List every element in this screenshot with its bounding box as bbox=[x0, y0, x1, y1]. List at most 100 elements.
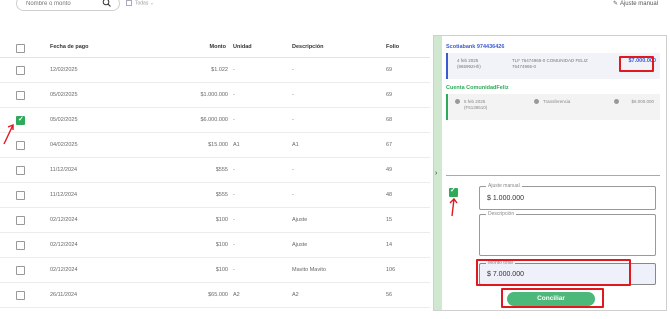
search-input[interactable] bbox=[26, 0, 96, 9]
table-row[interactable]: 04/02/2025 $15.000 A1 A1 67 bbox=[0, 133, 430, 158]
row-checkbox[interactable] bbox=[16, 216, 25, 225]
select-all-checkbox[interactable] bbox=[16, 44, 25, 53]
row-checkbox[interactable] bbox=[16, 241, 25, 250]
row-checkbox[interactable] bbox=[16, 141, 25, 150]
ajuste-manual-checkbox[interactable] bbox=[449, 186, 458, 197]
search-icon[interactable] bbox=[102, 0, 112, 8]
row-unidad: - bbox=[233, 117, 235, 123]
chevron-down-icon: ⌄ bbox=[149, 0, 154, 7]
row-folio: 106 bbox=[386, 267, 396, 273]
row-unidad: - bbox=[233, 67, 235, 73]
row-monto: $555 bbox=[215, 192, 228, 198]
row-fecha: 11/12/2024 bbox=[50, 192, 78, 198]
row-unidad: - bbox=[233, 267, 235, 273]
row-unidad: A2 bbox=[233, 292, 240, 298]
row-checkbox[interactable] bbox=[16, 91, 25, 100]
row-unidad: - bbox=[233, 217, 235, 223]
row-descripcion: A1 bbox=[292, 142, 299, 148]
calendar-icon bbox=[126, 0, 132, 6]
row-unidad: - bbox=[233, 242, 235, 248]
bank-movement-date: 4 feb 2025 (965992Hh) bbox=[457, 58, 481, 69]
row-descripcion: - bbox=[292, 92, 294, 98]
row-folio: 14 bbox=[386, 242, 393, 248]
row-checkbox[interactable] bbox=[16, 66, 25, 75]
reconciliation-panel: › Scotiabank 974436426 4 feb 2025 (96599… bbox=[433, 35, 667, 311]
row-folio: 69 bbox=[386, 92, 393, 98]
bank-movement-description: TLF 76474965-0 COMUNIDAD FELIZ 76474965-… bbox=[512, 58, 588, 69]
search-box[interactable] bbox=[16, 0, 120, 11]
remove-icon[interactable] bbox=[455, 99, 460, 104]
table-row[interactable]: 02/12/2024 $100- Mavito Mavito 106 bbox=[0, 258, 430, 283]
row-unidad: A1 bbox=[233, 142, 240, 148]
ajuste-manual-field[interactable]: Ajuste manual $ 1.000.000 bbox=[479, 183, 656, 210]
transfer-icon bbox=[534, 99, 539, 104]
monto-total-value: $ 7.000.000 bbox=[487, 271, 524, 278]
table-row[interactable]: 12/02/2025 $1.022- -69 bbox=[0, 58, 430, 83]
bank-account-title: Scotiabank 974436426 bbox=[446, 44, 505, 50]
ajuste-manual-button[interactable]: ✎ Ajuste manual bbox=[613, 0, 658, 7]
table-row[interactable]: 02/12/2024 $100- Ajuste 14 bbox=[0, 233, 430, 258]
bank-movement-amount: $7.000.000 bbox=[628, 58, 656, 64]
row-checkbox[interactable] bbox=[16, 266, 25, 275]
chevron-right-icon[interactable]: › bbox=[435, 170, 437, 177]
row-descripcion: - bbox=[292, 117, 294, 123]
row-fecha: 02/12/2024 bbox=[50, 267, 78, 273]
row-fecha: 05/02/2025 bbox=[50, 92, 78, 98]
row-folio: 49 bbox=[386, 167, 393, 173]
table-header: Fecha de pago Monto Unidad Descripción F… bbox=[0, 38, 430, 58]
row-fecha: 11/12/2024 bbox=[50, 167, 78, 173]
descripcion-field[interactable]: Descripción bbox=[479, 211, 656, 256]
row-fecha: 12/02/2025 bbox=[50, 67, 78, 73]
table-row[interactable]: 05/02/2025 $1.000.000- -69 bbox=[0, 83, 430, 108]
row-folio: 68 bbox=[386, 117, 393, 123]
row-unidad: - bbox=[233, 167, 235, 173]
row-folio: 56 bbox=[386, 292, 393, 298]
row-monto: $100 bbox=[215, 267, 228, 273]
row-checkbox[interactable] bbox=[16, 115, 25, 125]
row-monto: $65.000 bbox=[208, 292, 228, 298]
row-monto: $6.000.000 bbox=[200, 117, 228, 123]
row-descripcion: A2 bbox=[292, 292, 299, 298]
header-fecha: Fecha de pago bbox=[50, 44, 89, 50]
row-folio: 69 bbox=[386, 67, 393, 73]
table-row[interactable]: 02/12/2024 $100- Ajuste 15 bbox=[0, 208, 430, 233]
amount-icon bbox=[614, 99, 619, 104]
row-unidad: - bbox=[233, 192, 235, 198]
community-movement-date: 5 feb 2025 (F5138510) bbox=[464, 99, 488, 110]
community-movement-card: 5 feb 2025 (F5138510) Transferencia $6.0… bbox=[446, 94, 660, 120]
row-fecha: 04/02/2025 bbox=[50, 142, 78, 148]
table-row[interactable]: 26/11/2024 $65.000 A2 A2 56 bbox=[0, 283, 430, 308]
row-folio: 48 bbox=[386, 192, 393, 198]
descripcion-field-label: Descripción bbox=[486, 211, 517, 217]
table-row[interactable]: 05/02/2025$6.000.000--68 bbox=[0, 108, 430, 133]
row-monto: $15.000 bbox=[208, 142, 228, 148]
row-monto: $100 bbox=[215, 217, 228, 223]
ajuste-manual-field-label: Ajuste manual bbox=[486, 183, 522, 189]
header-unidad: Unidad bbox=[233, 44, 252, 50]
monto-total-label: Monto total bbox=[486, 260, 515, 266]
row-folio: 15 bbox=[386, 217, 393, 223]
row-monto: $555 bbox=[215, 167, 228, 173]
row-monto: $100 bbox=[215, 242, 228, 248]
ajuste-manual-label: Ajuste manual bbox=[619, 1, 658, 7]
row-descripcion: - bbox=[292, 67, 294, 73]
bank-movement-card: 4 feb 2025 (965992Hh) TLF 76474965-0 COM… bbox=[446, 53, 660, 79]
conciliar-button[interactable]: Conciliar bbox=[507, 292, 595, 306]
ajuste-manual-value: $ 1.000.000 bbox=[487, 195, 524, 202]
community-account-title: Cuenta ComunidadFeliz bbox=[446, 85, 509, 91]
row-checkbox[interactable] bbox=[16, 191, 25, 200]
header-descripcion: Descripción bbox=[292, 44, 324, 50]
row-descripcion: Ajuste bbox=[292, 217, 308, 223]
date-filter-dropdown[interactable]: Todas ⌄ bbox=[126, 0, 154, 6]
row-descripcion: - bbox=[292, 167, 294, 173]
table-row[interactable]: 11/12/2024 $555- -49 bbox=[0, 158, 430, 183]
row-monto: $1.000.000 bbox=[200, 92, 228, 98]
row-fecha: 26/11/2024 bbox=[50, 292, 78, 298]
row-checkbox[interactable] bbox=[16, 291, 25, 300]
table-row[interactable]: 11/12/2024 $555- -48 bbox=[0, 183, 430, 208]
edit-icon: ✎ bbox=[612, 1, 618, 7]
header-folio: Folio bbox=[386, 44, 400, 50]
date-filter-label: Todas bbox=[135, 0, 149, 7]
row-descripcion: - bbox=[292, 192, 294, 198]
row-checkbox[interactable] bbox=[16, 166, 25, 175]
